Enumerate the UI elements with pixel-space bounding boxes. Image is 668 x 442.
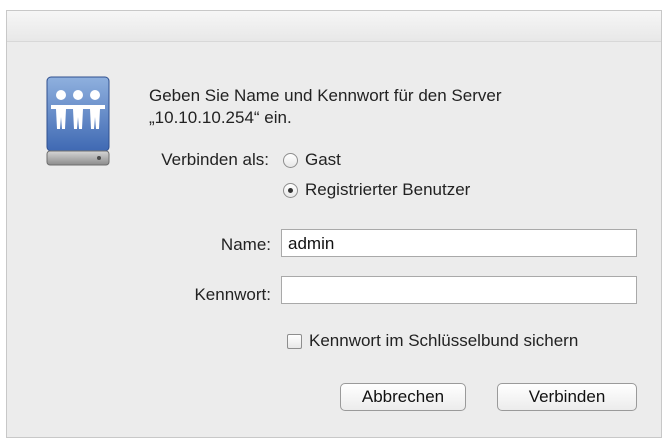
radio-registered-user-label: Registrierter Benutzer — [305, 180, 471, 199]
radio-guest-button[interactable] — [283, 152, 298, 168]
password-field[interactable] — [281, 276, 637, 304]
password-label: Kennwort: — [194, 285, 271, 304]
message-line-2: „10.10.10.254“ ein. — [149, 108, 292, 127]
radio-guest[interactable]: Gast — [283, 150, 341, 170]
connect-button[interactable]: Verbinden — [497, 383, 637, 411]
dialog-message: Geben Sie Name und Kennwort für den Serv… — [149, 85, 501, 129]
message-line-1: Geben Sie Name und Kennwort für den Serv… — [149, 86, 502, 105]
name-field[interactable]: admin — [281, 229, 637, 257]
radio-guest-label: Gast — [305, 150, 341, 169]
login-dialog: Geben Sie Name und Kennwort für den Serv… — [6, 10, 662, 438]
radio-registered-user[interactable]: Registrierter Benutzer — [283, 180, 470, 200]
keychain-label: Kennwort im Schlüsselbund sichern — [309, 331, 579, 350]
dialog-titlebar — [7, 11, 661, 42]
network-server-icon — [41, 73, 115, 173]
name-label: Name: — [220, 235, 271, 254]
connect-as-label: Verbinden als: — [161, 150, 269, 169]
keychain-checkbox[interactable]: Kennwort im Schlüsselbund sichern — [287, 331, 578, 351]
radio-registered-user-button[interactable] — [283, 182, 298, 198]
keychain-checkbox-box[interactable] — [287, 333, 302, 349]
cancel-button[interactable]: Abbrechen — [340, 383, 466, 411]
